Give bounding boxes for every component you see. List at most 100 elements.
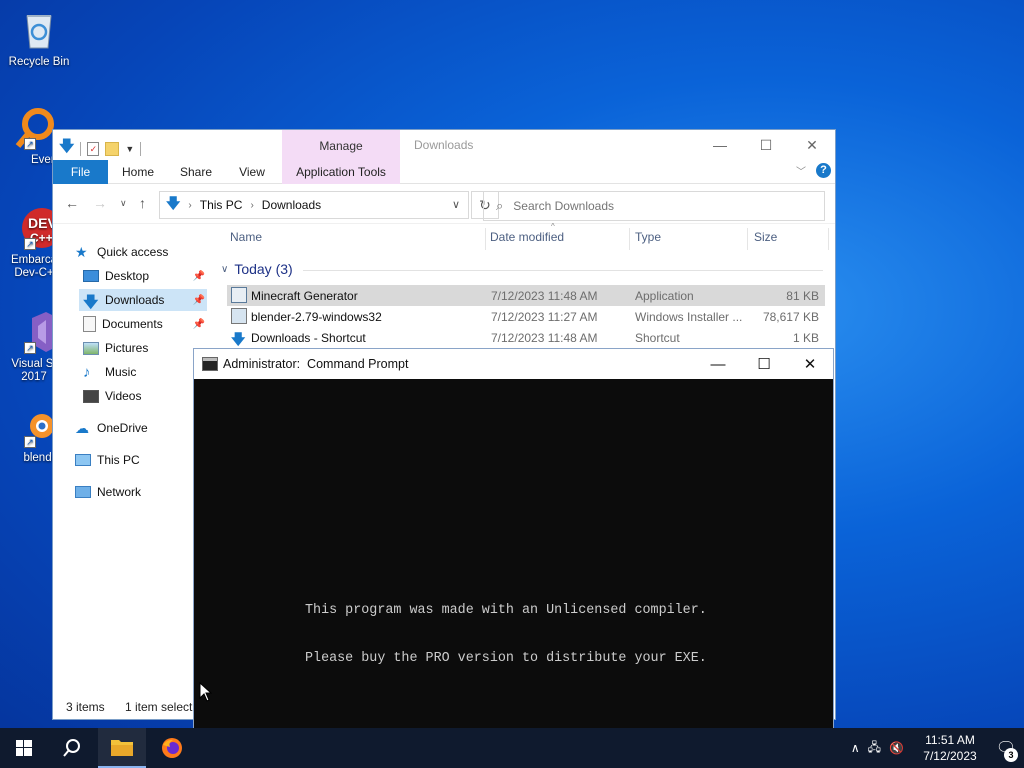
file-type: Shortcut: [635, 331, 680, 345]
cmd-title-bar[interactable]: Administrator: Command Prompt — ☐ ✕: [194, 349, 833, 379]
recent-locations-chevron-icon[interactable]: ∨: [120, 198, 127, 209]
nav-music[interactable]: ♪ Music: [83, 361, 207, 383]
pictures-icon: [83, 341, 99, 355]
music-note-icon: ♪: [83, 364, 91, 381]
column-divider[interactable]: [747, 228, 748, 250]
downloads-icon: 🡇: [83, 294, 99, 311]
tab-file[interactable]: File: [53, 160, 108, 184]
manage-context-tab[interactable]: Manage: [282, 130, 400, 160]
tab-share[interactable]: Share: [179, 160, 213, 184]
nav-downloads[interactable]: 🡇 Downloads 📌: [79, 289, 207, 311]
file-row[interactable]: Minecraft Generator 7/12/2023 11:48 AM A…: [227, 285, 825, 306]
column-divider[interactable]: [828, 228, 829, 250]
clock-date: 7/12/2023: [923, 749, 977, 763]
search-icon: ⌕: [496, 198, 504, 213]
breadcrumb-this-pc[interactable]: This PC: [200, 198, 243, 212]
search-input[interactable]: [513, 199, 794, 213]
network-status-icon[interactable]: 🖧: [868, 738, 881, 759]
installer-icon: [231, 308, 247, 324]
nav-label: Downloads: [105, 293, 165, 307]
star-icon: ★: [75, 244, 88, 260]
volume-muted-icon[interactable]: 🔇: [889, 741, 904, 755]
pin-icon[interactable]: 📌: [193, 295, 205, 306]
search-button[interactable]: [48, 728, 96, 768]
close-button[interactable]: ✕: [787, 349, 833, 379]
window-controls: — ☐ ✕: [697, 130, 835, 160]
item-count: 3 items: [66, 700, 105, 714]
everything-search-icon: ↗: [12, 106, 56, 150]
windows-logo-icon: [16, 740, 32, 756]
forward-arrow-icon[interactable]: →: [93, 195, 107, 211]
expand-ribbon-icon[interactable]: ﹀: [796, 163, 806, 178]
new-folder-icon[interactable]: [105, 141, 120, 156]
command-prompt-window[interactable]: Administrator: Command Prompt — ☐ ✕ This…: [193, 348, 834, 768]
tab-home[interactable]: Home: [121, 160, 155, 184]
system-tray: ∧ 🖧 🔇 11:51 AM 7/12/2023 🗨 3: [851, 728, 1024, 768]
firefox-taskbar-button[interactable]: [148, 728, 196, 768]
column-header-date-modified[interactable]: Date modified: [490, 230, 564, 244]
action-center-button[interactable]: 🗨 3: [988, 738, 1024, 762]
nav-documents[interactable]: Documents 📌: [83, 313, 207, 335]
close-button[interactable]: ✕: [789, 130, 835, 160]
address-box[interactable]: 🡇 › This PC › Downloads ∨: [159, 191, 469, 219]
file-row[interactable]: blender-2.79-windows32 7/12/2023 11:27 A…: [227, 306, 825, 327]
file-date: 7/12/2023 11:48 AM: [491, 289, 598, 303]
visual-studio-icon: ↗: [12, 310, 56, 354]
file-row[interactable]: 🡇 Downloads - Shortcut 7/12/2023 11:48 A…: [227, 327, 825, 348]
mouse-cursor-icon: [199, 681, 213, 705]
address-dropdown-icon[interactable]: ∨: [452, 198, 460, 211]
search-icon: [63, 739, 80, 757]
start-button[interactable]: [0, 728, 48, 768]
notification-count-badge: 3: [1004, 748, 1018, 762]
group-header-today[interactable]: ∨ Today (3): [221, 261, 293, 277]
minimize-button[interactable]: —: [695, 349, 741, 379]
file-type: Application: [635, 289, 694, 303]
nav-videos[interactable]: Videos: [83, 385, 207, 407]
minimize-button[interactable]: —: [697, 130, 743, 160]
breadcrumb-chevron-icon: ›: [250, 199, 254, 211]
maximize-button[interactable]: ☐: [741, 349, 787, 379]
column-divider[interactable]: [485, 228, 486, 250]
pin-icon[interactable]: 📌: [193, 319, 205, 330]
cmd-window-title: Administrator: Command Prompt: [223, 357, 409, 371]
back-arrow-icon[interactable]: ←: [65, 195, 79, 211]
pin-icon[interactable]: 📌: [193, 271, 205, 282]
shortcut-downloads-icon: 🡇: [231, 331, 246, 347]
file-explorer-taskbar-button[interactable]: [98, 728, 146, 768]
qat-dropdown-icon[interactable]: ▼: [125, 144, 134, 154]
ribbon-tabs: File Home Share View Application Tools ﹀…: [53, 160, 835, 184]
console-output[interactable]: This program was made with an Unlicensed…: [305, 571, 707, 699]
console-line: Please buy the PRO version to distribute…: [305, 651, 707, 666]
column-header-type[interactable]: Type: [635, 230, 661, 244]
address-bar-row: ← → ∨ ↑ 🡇 › This PC › Downloads ∨ ↻ ⌕: [53, 184, 835, 224]
computer-icon: [75, 454, 91, 466]
show-hidden-icons-chevron-icon[interactable]: ∧: [851, 741, 860, 755]
desktop-icon-recycle-bin[interactable]: Recycle Bin: [1, 8, 77, 69]
nav-quick-access[interactable]: ★ Quick access: [75, 241, 231, 263]
group-label: Today (3): [234, 261, 293, 277]
collapse-chevron-icon[interactable]: ∨: [221, 264, 228, 275]
file-name: Downloads - Shortcut: [251, 331, 366, 345]
file-date: 7/12/2023 11:48 AM: [491, 331, 598, 345]
help-icon[interactable]: ?: [816, 163, 831, 178]
maximize-button[interactable]: ☐: [743, 130, 789, 160]
file-type: Windows Installer ...: [635, 310, 743, 324]
clock-time: 11:51 AM: [925, 733, 975, 747]
breadcrumb-downloads[interactable]: Downloads: [262, 198, 321, 212]
file-name: Minecraft Generator: [251, 289, 358, 303]
console-line: This program was made with an Unlicensed…: [305, 603, 707, 618]
column-header-name[interactable]: Name: [230, 230, 262, 244]
column-divider[interactable]: [629, 228, 630, 250]
folder-icon: [111, 740, 133, 756]
explorer-title-bar[interactable]: 🡇 ✓ ▼ Manage Downloads — ☐ ✕: [53, 130, 835, 160]
properties-icon[interactable]: ✓: [87, 141, 100, 156]
nav-pictures[interactable]: Pictures: [83, 337, 207, 359]
up-arrow-icon[interactable]: ↑: [139, 195, 146, 211]
search-box[interactable]: ⌕: [483, 191, 825, 221]
tab-view[interactable]: View: [237, 160, 267, 184]
nav-desktop[interactable]: Desktop 📌: [83, 265, 207, 287]
clock[interactable]: 11:51 AM 7/12/2023: [912, 732, 988, 764]
tab-application-tools[interactable]: Application Tools: [282, 160, 400, 184]
column-header-size[interactable]: Size: [754, 230, 777, 244]
desktop-folder-icon: [83, 270, 99, 282]
